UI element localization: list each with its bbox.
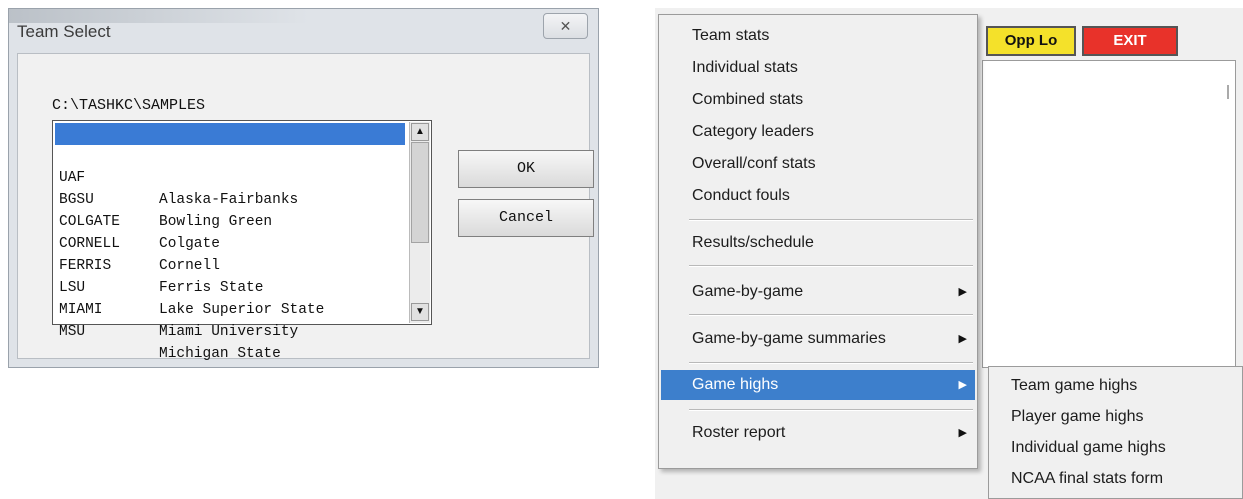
cancel-button[interactable]: Cancel bbox=[458, 199, 594, 237]
team-select-dialog: Team Select ✕ C:\TASHKC\SAMPLES $GAMES$ … bbox=[8, 8, 599, 368]
menu-item-label: Team stats bbox=[692, 27, 770, 44]
title-bar-blur bbox=[9, 9, 309, 23]
menu-item-category-leaders[interactable]: Category leaders bbox=[661, 117, 975, 147]
team-list-item[interactable]: LSU Lake Superior State bbox=[55, 255, 405, 318]
team-list-item[interactable]: MIAMI Miami University bbox=[55, 277, 405, 340]
submenu-arrow-icon: ▶ bbox=[958, 427, 967, 439]
menu-item-individual-stats[interactable]: Individual stats bbox=[661, 53, 975, 83]
scroll-down-button[interactable]: ▼ bbox=[411, 303, 429, 321]
menu-item-roster-report[interactable]: Roster report ▶ bbox=[661, 418, 975, 448]
submenu-arrow-icon: ▶ bbox=[958, 286, 967, 298]
menu-item-overall-conf-stats[interactable]: Overall/conf stats bbox=[661, 149, 975, 179]
menu-item-team-stats[interactable]: Team stats bbox=[661, 21, 975, 51]
menu-item-label: Roster report bbox=[692, 424, 786, 441]
team-code: MSU bbox=[59, 324, 86, 340]
menu-item-label: Conduct fouls bbox=[692, 187, 790, 204]
team-name: Michigan State bbox=[159, 346, 281, 362]
game-highs-submenu: Team game highs Player game highs Indivi… bbox=[988, 366, 1243, 499]
submenu-arrow-icon: ▶ bbox=[958, 379, 967, 391]
dialog-title: Team Select bbox=[17, 22, 111, 41]
team-list-item[interactable]: BGSU Bowling Green bbox=[55, 167, 405, 230]
content-panel bbox=[982, 60, 1236, 368]
team-list-item[interactable]: COLGATE Colgate bbox=[55, 189, 405, 252]
dialog-client-area: C:\TASHKC\SAMPLES $GAMES$ All games UAF … bbox=[17, 53, 594, 362]
arrow-up-icon: ▲ bbox=[415, 126, 425, 137]
team-listbox[interactable]: $GAMES$ All games UAF Alaska-Fairbanks B… bbox=[52, 120, 432, 362]
directory-path: C:\TASHKC\SAMPLES bbox=[52, 97, 206, 114]
scroll-up-button[interactable]: ▲ bbox=[411, 123, 429, 141]
submenu-arrow-icon: ▶ bbox=[958, 333, 967, 345]
close-button[interactable]: ✕ bbox=[543, 13, 588, 39]
menu-separator bbox=[689, 219, 973, 221]
menu-item-label: Overall/conf stats bbox=[692, 155, 816, 172]
menu-separator bbox=[689, 409, 973, 411]
team-list-item[interactable]: UAF Alaska-Fairbanks bbox=[55, 145, 405, 208]
close-icon: ✕ bbox=[559, 18, 572, 34]
exit-button[interactable]: EXIT bbox=[1082, 26, 1178, 56]
menu-item-label: Combined stats bbox=[692, 91, 804, 108]
menu-item-label: Game-by-game summaries bbox=[692, 330, 886, 347]
menu-separator bbox=[689, 265, 973, 267]
menu-item-label: Results/schedule bbox=[692, 234, 814, 251]
scroll-thumb[interactable] bbox=[411, 142, 429, 243]
menu-item-game-by-game-summaries[interactable]: Game-by-game summaries ▶ bbox=[661, 324, 975, 354]
submenu-item-individual-game-highs[interactable]: Individual game highs bbox=[1011, 433, 1166, 463]
ok-button[interactable]: OK bbox=[458, 150, 594, 188]
team-list-item[interactable]: FERRIS Ferris State bbox=[55, 233, 405, 296]
menu-item-label: Category leaders bbox=[692, 123, 814, 140]
menu-item-conduct-fouls[interactable]: Conduct fouls bbox=[661, 181, 975, 211]
menu-item-combined-stats[interactable]: Combined stats bbox=[661, 85, 975, 115]
team-list-item[interactable]: MSU Michigan State bbox=[55, 299, 405, 362]
panel-scroll-tick bbox=[1227, 85, 1229, 99]
team-list-item[interactable]: CORNELL Cornell bbox=[55, 211, 405, 274]
arrow-down-icon: ▼ bbox=[415, 306, 425, 317]
opp-lo-button[interactable]: Opp Lo bbox=[986, 26, 1076, 56]
menu-item-label: Game highs bbox=[692, 376, 779, 393]
team-name: Miami University bbox=[159, 324, 299, 340]
menu-item-label: Individual stats bbox=[692, 59, 798, 76]
team-list-item[interactable]: $GAMES$ All games bbox=[55, 123, 405, 186]
menu-item-label: Game-by-game bbox=[692, 283, 804, 300]
submenu-item-ncaa-final-stats-form[interactable]: NCAA final stats form bbox=[1011, 464, 1163, 494]
submenu-item-player-game-highs[interactable]: Player game highs bbox=[1011, 402, 1144, 432]
menu-item-game-highs[interactable]: Game highs ▶ bbox=[661, 370, 975, 400]
submenu-item-team-game-highs[interactable]: Team game highs bbox=[1011, 371, 1137, 401]
menu-item-results-schedule[interactable]: Results/schedule bbox=[661, 228, 975, 258]
menu-separator bbox=[689, 314, 973, 316]
menu-separator bbox=[689, 362, 973, 364]
menu-item-game-by-game[interactable]: Game-by-game ▶ bbox=[661, 277, 975, 307]
list-scrollbar[interactable]: ▲ ▼ bbox=[409, 122, 430, 323]
stats-menu: Team stats Individual stats Combined sta… bbox=[658, 14, 978, 469]
